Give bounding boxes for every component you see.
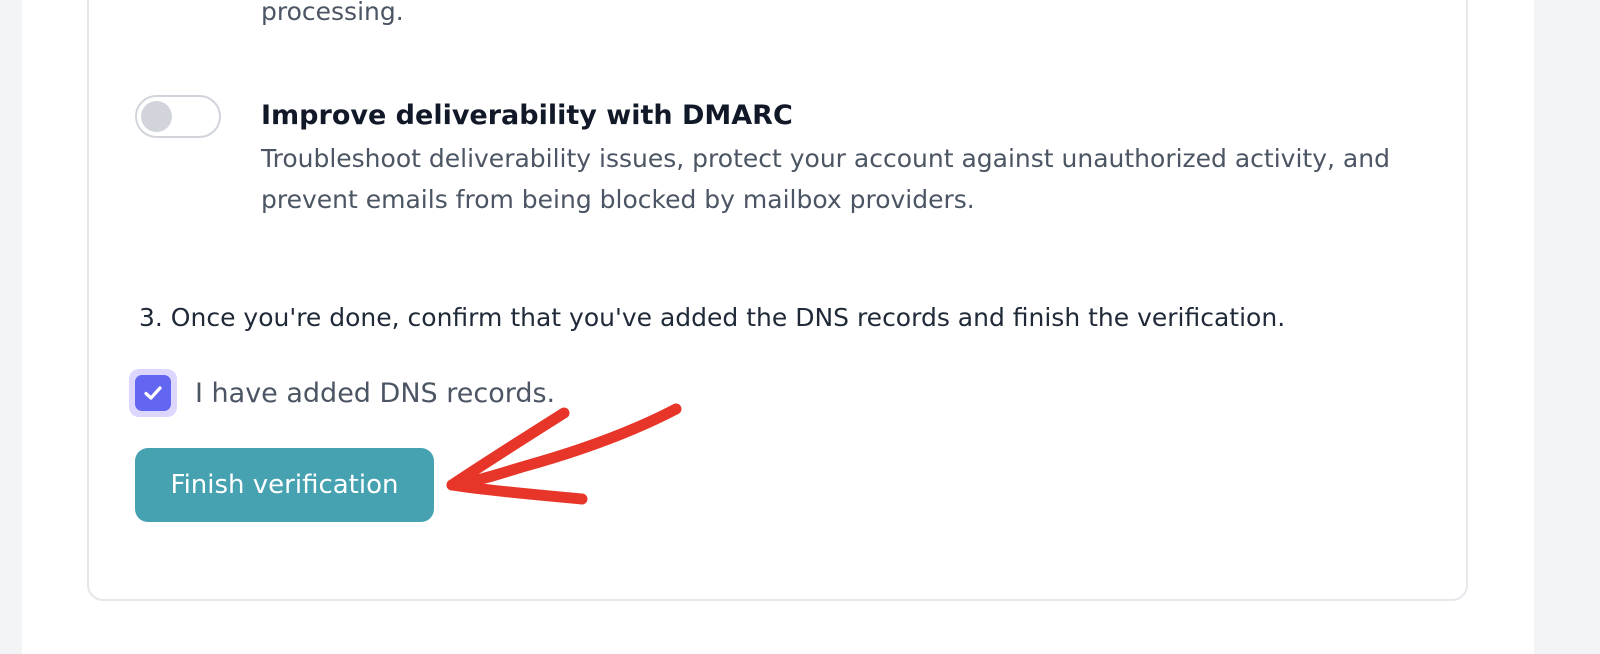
- page-margin-left: [0, 0, 22, 654]
- dmarc-description: Troubleshoot deliverability issues, prot…: [261, 144, 1390, 214]
- checkbox-box: [135, 375, 171, 411]
- page-margin-right: [1534, 0, 1600, 654]
- step-3-instruction: 3. Once you're done, confirm that you've…: [139, 303, 1286, 332]
- dmarc-title: Improve deliverability with DMARC: [261, 100, 793, 131]
- finish-verification-button[interactable]: Finish verification: [135, 448, 434, 522]
- dmarc-toggle[interactable]: [135, 95, 221, 138]
- toggle-knob: [141, 101, 172, 132]
- checkmark-icon: [144, 386, 162, 400]
- previous-description-tail: processing.: [261, 0, 404, 26]
- dns-records-checkbox-label[interactable]: I have added DNS records.: [195, 376, 555, 412]
- dns-records-checkbox[interactable]: [129, 369, 177, 417]
